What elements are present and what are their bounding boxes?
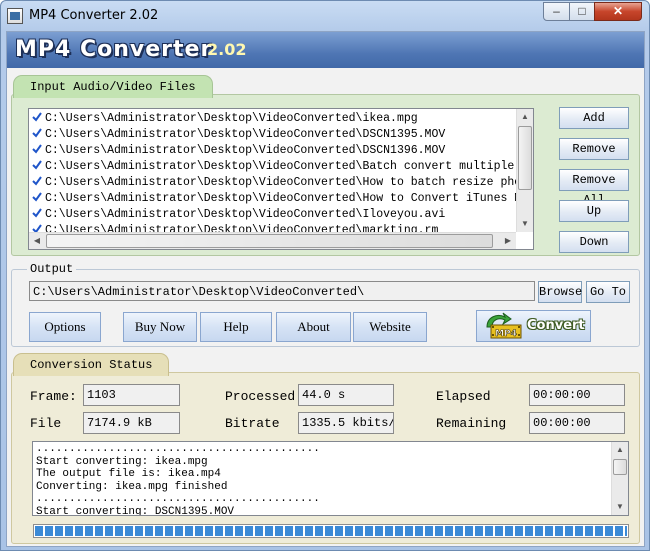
- banner-version: 2.02: [207, 40, 247, 59]
- log-line: The output file is: ikea.mp4: [36, 468, 221, 480]
- checkmark-icon[interactable]: [32, 112, 42, 122]
- tab-input-files[interactable]: Input Audio/Video Files: [13, 75, 213, 98]
- horizontal-scroll-thumb[interactable]: [46, 234, 493, 248]
- remove-button[interactable]: Remove: [559, 138, 629, 160]
- log-vertical-scrollbar[interactable]: ▲ ▼: [611, 442, 628, 515]
- about-button[interactable]: About: [276, 312, 351, 342]
- main-window: MP4 Converter 2.02 – □ ✕ MP4 Converter 2…: [0, 0, 650, 551]
- log-line: ........................................…: [36, 443, 320, 455]
- checkmark-icon[interactable]: [32, 176, 42, 186]
- convert-button[interactable]: MP4 Convert: [476, 310, 591, 342]
- close-button[interactable]: ✕: [594, 2, 642, 21]
- go-to-button[interactable]: Go To: [586, 281, 630, 303]
- up-button[interactable]: Up: [559, 200, 629, 222]
- scroll-up-arrow-icon[interactable]: ▲: [517, 109, 533, 125]
- file-path: C:\Users\Administrator\Desktop\VideoConv…: [45, 128, 446, 141]
- browse-button[interactable]: Browse: [538, 281, 582, 303]
- file-label: File: [30, 416, 62, 431]
- scroll-down-arrow-icon[interactable]: ▼: [517, 216, 533, 232]
- file-list-item[interactable]: C:\Users\Administrator\Desktop\VideoConv…: [32, 111, 418, 127]
- title-bar[interactable]: MP4 Converter 2.02 – □ ✕: [1, 1, 649, 31]
- checkmark-icon[interactable]: [32, 128, 42, 138]
- app-icon: [7, 8, 23, 24]
- file-list-item[interactable]: C:\Users\Administrator\Desktop\VideoConv…: [32, 175, 534, 191]
- help-button[interactable]: Help: [200, 312, 272, 342]
- list-vertical-scrollbar[interactable]: ▲ ▼: [516, 109, 533, 232]
- file-path: C:\Users\Administrator\Desktop\VideoConv…: [45, 192, 534, 205]
- elapsed-value: 00:00:00: [529, 384, 625, 406]
- checkmark-icon[interactable]: [32, 208, 42, 218]
- file-list-item[interactable]: C:\Users\Administrator\Desktop\VideoConv…: [32, 191, 534, 207]
- file-size-value: 7174.9 kB: [83, 412, 180, 434]
- checkmark-icon[interactable]: [32, 160, 42, 170]
- remaining-value: 00:00:00: [529, 412, 625, 434]
- down-button[interactable]: Down: [559, 231, 629, 253]
- add-button[interactable]: Add: [559, 107, 629, 129]
- file-path: C:\Users\Administrator\Desktop\VideoConv…: [45, 144, 446, 157]
- scroll-left-arrow-icon[interactable]: ◀: [29, 233, 45, 249]
- log-scroll-down-arrow-icon[interactable]: ▼: [612, 499, 628, 515]
- processed-label: Processed:: [225, 389, 304, 404]
- vertical-scroll-thumb[interactable]: [518, 126, 532, 190]
- file-list-item[interactable]: C:\Users\Administrator\Desktop\VideoConv…: [32, 159, 533, 175]
- log-scroll-thumb[interactable]: [613, 459, 627, 475]
- checkmark-icon[interactable]: [32, 144, 42, 154]
- options-button[interactable]: Options: [29, 312, 101, 342]
- processed-value: 44.0 s: [298, 384, 394, 406]
- file-list-item[interactable]: C:\Users\Administrator\Desktop\VideoConv…: [32, 207, 445, 223]
- file-list-item[interactable]: C:\Users\Administrator\Desktop\VideoConv…: [32, 143, 445, 159]
- convert-icon: MP4: [486, 312, 522, 339]
- frame-value: 1103: [83, 384, 180, 406]
- log-line: ........................................…: [36, 493, 320, 505]
- list-horizontal-scrollbar[interactable]: ◀ ▶: [29, 232, 516, 249]
- client-area: MP4 Converter 2.02 Input Audio/Video Fil…: [6, 31, 645, 547]
- bitrate-value: 1335.5 kbits/s: [298, 412, 394, 434]
- convert-label: Convert: [527, 318, 585, 333]
- elapsed-label: Elapsed: [436, 389, 491, 404]
- tab-conversion-status[interactable]: Conversion Status: [13, 353, 170, 376]
- conversion-progress-bar: [33, 524, 629, 538]
- log-line: Converting: ikea.mpg finished: [36, 480, 228, 493]
- log-line: Start converting: DSCN1395.MOV: [36, 505, 235, 516]
- file-path: C:\Users\Administrator\Desktop\VideoConv…: [45, 176, 534, 189]
- minimize-button[interactable]: –: [543, 2, 570, 21]
- buy-now-button[interactable]: Buy Now: [123, 312, 197, 342]
- conversion-log[interactable]: ........................................…: [32, 441, 629, 516]
- file-path: C:\Users\Administrator\Desktop\VideoConv…: [45, 208, 446, 221]
- output-path-field[interactable]: C:\Users\Administrator\Desktop\VideoConv…: [29, 281, 535, 301]
- remaining-label: Remaining: [436, 416, 507, 431]
- log-scroll-up-arrow-icon[interactable]: ▲: [612, 442, 628, 458]
- remove-all-button[interactable]: Remove All: [559, 169, 629, 207]
- frame-label: Frame:: [30, 389, 77, 404]
- log-line: Start converting: ikea.mpg: [36, 455, 208, 468]
- file-path: C:\Users\Administrator\Desktop\VideoConv…: [45, 112, 418, 125]
- output-label: Output: [27, 262, 77, 276]
- file-list-item[interactable]: C:\Users\Administrator\Desktop\VideoConv…: [32, 127, 445, 143]
- banner-title: MP4 Converter: [15, 37, 213, 62]
- maximize-button[interactable]: □: [569, 2, 595, 21]
- checkmark-icon[interactable]: [32, 192, 42, 202]
- mp4-badge: MP4: [495, 329, 517, 339]
- window-title: MP4 Converter 2.02: [29, 8, 159, 23]
- bitrate-label: Bitrate: [225, 416, 280, 431]
- progress-fill: [35, 526, 627, 536]
- input-file-list[interactable]: C:\Users\Administrator\Desktop\VideoConv…: [28, 108, 534, 250]
- app-banner: MP4 Converter 2.02: [7, 32, 644, 68]
- website-button[interactable]: Website: [353, 312, 427, 342]
- scroll-right-arrow-icon[interactable]: ▶: [500, 233, 516, 249]
- file-path: C:\Users\Administrator\Desktop\VideoConv…: [45, 160, 533, 173]
